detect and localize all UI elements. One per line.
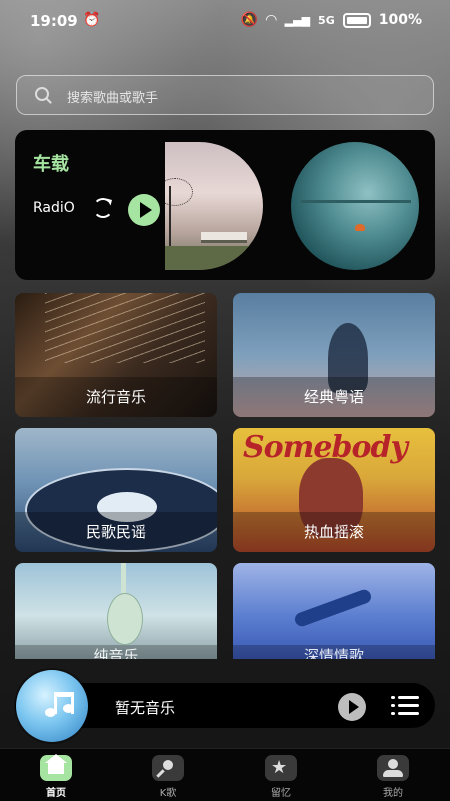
tab-label: K歌 [159, 788, 177, 799]
play-button[interactable] [338, 693, 366, 721]
search-icon [35, 87, 49, 101]
home-icon [40, 754, 72, 781]
tab-home[interactable]: 首页 [21, 754, 91, 799]
category-card-pop[interactable]: 流行音乐 [15, 293, 217, 417]
radio-cover-image[interactable] [165, 142, 263, 270]
category-label: 热血摇滚 [233, 512, 435, 552]
network-type: 5G [318, 13, 335, 27]
bridge-illustration [301, 200, 411, 203]
search-input[interactable]: 搜索歌曲或歌手 [16, 75, 434, 115]
music-note-heads [45, 692, 74, 717]
bottom-tab-bar: 首页 K歌 ★ 留忆 我的 [0, 748, 450, 801]
guitar-art [107, 593, 143, 645]
category-card-love-songs[interactable]: 深情情歌 [233, 563, 435, 659]
mute-icon: 🔕 [240, 12, 258, 28]
category-label: 经典粤语 [233, 377, 435, 417]
tab-label: 留忆 [271, 788, 291, 799]
radio-disc-image[interactable] [291, 142, 419, 270]
tab-memories[interactable]: ★ 留忆 [246, 755, 316, 799]
radio-title: 车载 [33, 154, 69, 175]
playlist-icon[interactable] [391, 694, 419, 718]
tab-label: 首页 [46, 788, 66, 799]
status-time: 19:09 [30, 12, 78, 30]
category-card-folk[interactable]: 民歌民谣 [15, 428, 217, 552]
category-card-rock[interactable]: Somebody 热血摇滚 [233, 428, 435, 552]
tab-karaoke[interactable]: K歌 [133, 755, 203, 799]
battery-icon [342, 12, 371, 28]
album-cover[interactable] [16, 670, 88, 742]
tab-profile[interactable]: 我的 [358, 755, 428, 799]
category-card-cantonese[interactable]: 经典粤语 [233, 293, 435, 417]
lantern-illustration [355, 224, 365, 231]
grass-illustration [165, 246, 263, 270]
category-card-instrumental[interactable]: 纯音乐 [15, 563, 217, 659]
profile-icon [377, 755, 409, 781]
category-label: 深情情歌 [233, 645, 435, 659]
microphone-icon [152, 755, 184, 781]
battery-level: 100% [378, 12, 422, 28]
signal-icon: ▂▄▆ [284, 13, 311, 27]
search-placeholder: 搜索歌曲或歌手 [67, 91, 159, 106]
refresh-icon[interactable] [93, 198, 113, 218]
bench-illustration [201, 232, 247, 243]
category-label: 民歌民谣 [15, 512, 217, 552]
radio-banner[interactable]: 车载 RadiO [15, 130, 435, 280]
radio-play-button[interactable] [128, 194, 160, 226]
star-icon: ★ [265, 755, 297, 781]
alarm-icon: ⏰ [83, 12, 101, 28]
category-label: 流行音乐 [15, 377, 217, 417]
status-icons: 🔕 ◠ ▂▄▆ 5G 100% [240, 12, 422, 28]
tab-label: 我的 [383, 788, 403, 799]
category-label: 纯音乐 [15, 645, 217, 659]
status-bar: 19:09 ⏰ 🔕 ◠ ▂▄▆ 5G 100% [0, 0, 450, 40]
wifi-icon: ◠ [265, 12, 277, 28]
guitar-strings-art [45, 293, 205, 363]
radio-label: RadiO [33, 200, 75, 216]
now-playing-title: 暂无音乐 [115, 699, 176, 717]
floating-figure-art [293, 587, 373, 629]
